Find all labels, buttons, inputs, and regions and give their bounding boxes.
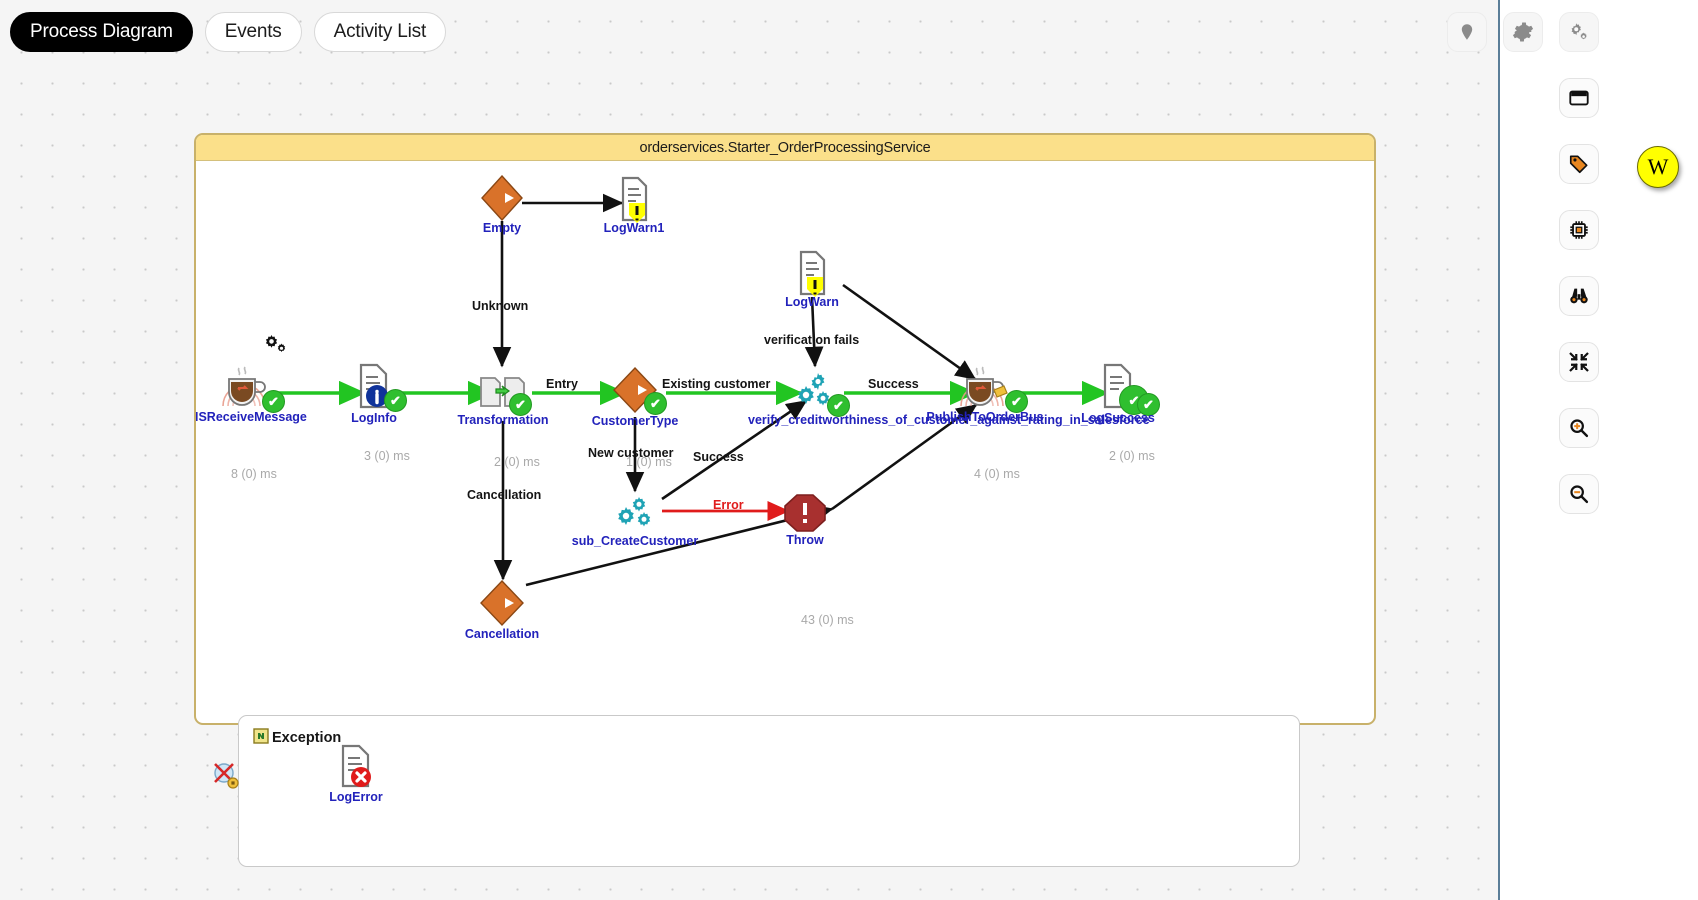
node-label: verify_creditworthiness_of_customer_agai… [748,413,1150,427]
fault-marker-icon [211,760,241,795]
edge-label: Success [693,450,744,464]
node-label: Throw [786,533,824,547]
node-label: Transformation [457,413,549,427]
exception-icon [253,728,269,748]
node-label: LogWarn [785,295,839,309]
location-pin-icon[interactable] [1447,12,1487,52]
node-label: LogInfo [351,411,397,425]
exception-header: Exception [253,728,341,748]
gears-settings-icon [263,333,289,360]
duration-label: 43 (0) ms [801,613,854,627]
status-ok-badge [644,392,667,415]
process-diagram-container: orderservices.Starter_OrderProcessingSer… [194,133,1376,725]
node-label: LogWarn1 [603,221,665,235]
gear-icon[interactable] [1503,12,1543,52]
panel-window-icon[interactable] [1559,78,1599,118]
throw-octagon-icon [784,493,826,538]
tab-activity-list[interactable]: Activity List [313,12,447,52]
edge-label: Unknown [472,299,529,313]
edge-label: Success [868,377,919,391]
node-label: CustomerType [591,414,679,428]
edge-label: Existing customer [662,377,771,391]
binoculars-icon[interactable] [1559,276,1599,316]
canvas-right-divider [1498,0,1500,900]
node-label: JMSReceiveMessage [196,410,307,424]
fit-to-screen-icon[interactable] [1559,342,1599,382]
gears-teal-icon [612,496,658,537]
node-label: Empty [482,221,522,235]
duration-label: 2 (0) ms [494,455,540,469]
gateway-orange-icon [479,579,525,632]
node-label: Cancellation [464,627,540,641]
edge-label: Entry [546,377,578,391]
view-tab-bar: Process Diagram Events Activity List [10,12,447,52]
zoom-in-icon[interactable] [1559,408,1599,448]
warning-letter-badge[interactable]: W [1637,146,1679,188]
gateway-orange-icon [481,174,523,226]
node-label: PublishToOrderBus [926,410,1044,424]
duration-label: 3 (0) ms [364,449,410,463]
edge-label: verification fails [764,333,860,347]
node-label: LogSuccess [1081,411,1155,425]
zoom-out-icon[interactable] [1559,474,1599,514]
duration-label: 1 (0) ms [626,455,672,469]
tab-events[interactable]: Events [204,12,302,52]
exception-container: Exception LogError [214,715,1300,867]
status-ok-badge [384,389,407,412]
node-label: LogError [329,790,383,804]
connector-layer [274,193,1110,587]
right-side-pane [1500,0,1698,900]
duration-label: 2 (0) ms [1109,449,1155,463]
node-label: sub_CreateCustomer [571,534,699,548]
exception-title: Exception [272,730,342,746]
gears-settings-icon[interactable] [1559,12,1599,52]
duration-label: 8 (0) ms [231,467,277,481]
duration-label: 4 (0) ms [974,467,1020,481]
tag-icon[interactable] [1559,144,1599,184]
tab-process-diagram[interactable]: Process Diagram [10,12,193,52]
process-title: orderservices.Starter_OrderProcessingSer… [196,135,1374,161]
chip-icon[interactable] [1559,210,1599,250]
process-canvas[interactable]: Empty LogWarn1 LogWarn ✔ SReceiveMessage… [196,161,1374,723]
edge-label-error: Error [713,498,744,512]
edge-label: Cancellation [467,488,542,502]
